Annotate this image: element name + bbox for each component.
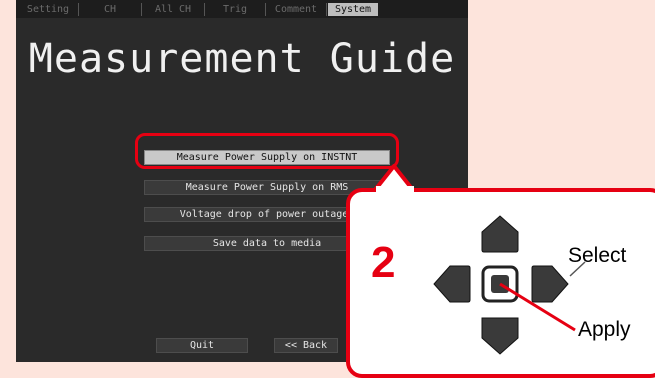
- apply-label: Apply: [578, 318, 631, 341]
- pointer-lines: [499, 261, 586, 332]
- select-label: Select: [568, 244, 627, 267]
